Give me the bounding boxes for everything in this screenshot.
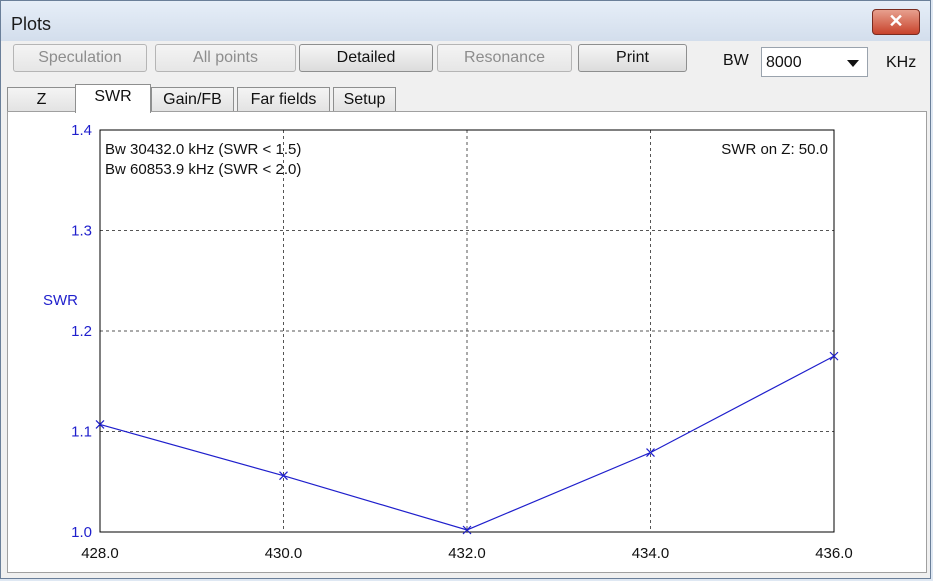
x-tick-label: 432.0: [448, 545, 486, 562]
tab-far-fields[interactable]: Far fields: [237, 87, 330, 112]
swr-chart: 428.0 430.0 432.0 434.0 436.0 1.01.11.21.31.…: [43, 122, 853, 562]
bw-label: BW: [723, 52, 749, 69]
close-icon: ✕: [888, 11, 904, 31]
speculation-button[interactable]: Speculation: [13, 44, 147, 72]
title-bar: Plots ✕: [1, 1, 930, 41]
tab-gain-fb[interactable]: Gain/FB: [151, 87, 234, 112]
x-tick-label: 430.0: [265, 545, 303, 562]
x-tick-label: 436.0: [815, 545, 853, 562]
x-tick-label: 428.0: [81, 545, 119, 562]
y-tick-label: 1.2: [71, 323, 92, 340]
window-title: Plots: [11, 14, 52, 34]
y-tick-label: 1.0: [71, 524, 92, 541]
plot-panel: 428.0 430.0 432.0 434.0 436.0 1.0 1.1 1.2 1.3 1.…: [7, 111, 927, 573]
swr-on-z-annotation: SWR on Z: 50.0: [721, 141, 828, 158]
x-axis-ticks: 428.0 430.0 432.0 434.0 436.0: [81, 545, 853, 562]
y-tick-label: 1.4: [71, 122, 92, 139]
resonance-button[interactable]: Resonance: [437, 44, 572, 72]
print-button[interactable]: Print: [578, 44, 687, 72]
bw-value: 8000: [766, 54, 802, 71]
bw-unit-label: KHz: [886, 54, 917, 71]
chevron-down-icon[interactable]: [847, 60, 859, 67]
tab-z[interactable]: Z: [7, 87, 76, 112]
detailed-button[interactable]: Detailed: [299, 44, 433, 72]
tab-setup[interactable]: Setup: [333, 87, 396, 112]
plots-window: Plots ✕ Speculation All points Detailed …: [0, 0, 931, 579]
y-tick-label: 1.3: [71, 223, 92, 240]
tab-swr[interactable]: SWR: [75, 84, 151, 113]
bw-annotation-2: Bw 60853.9 kHz (SWR < 2.0): [105, 161, 301, 178]
y-axis-ticks: 1.0 1.1 1.2 1.3 1.4: [71, 122, 92, 541]
chart-grid: [100, 130, 834, 532]
tab-strip: Z SWR Gain/FB Far fields Setup: [1, 84, 930, 113]
toolbar: Speculation All points Detailed Resonanc…: [1, 41, 930, 81]
bw-select[interactable]: 8000: [761, 47, 868, 77]
close-button[interactable]: ✕: [872, 9, 920, 35]
y-axis-label: SWR: [43, 292, 78, 309]
all-points-button[interactable]: All points: [155, 44, 296, 72]
bw-annotation-1: Bw 30432.0 kHz (SWR < 1.5): [105, 141, 301, 158]
x-tick-label: 434.0: [632, 545, 670, 562]
y-tick-label: 1.1: [71, 424, 92, 441]
